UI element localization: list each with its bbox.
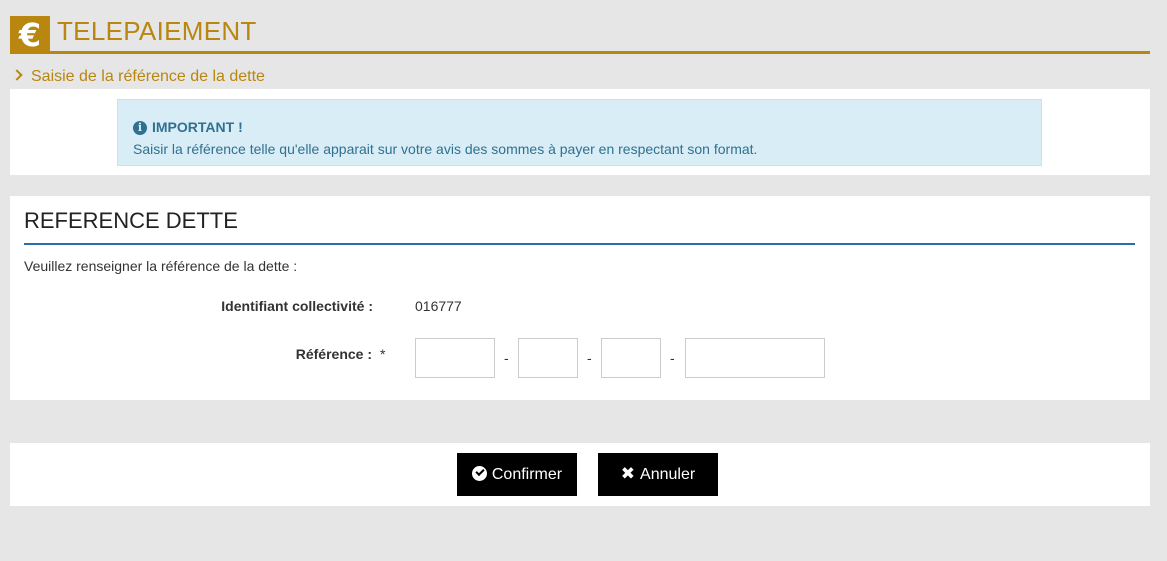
form-intro: Veuillez renseigner la référence de la d… [24, 258, 298, 274]
confirm-button[interactable]: Confirmer [457, 453, 577, 496]
alert-text: Saisir la référence telle qu'elle appara… [133, 141, 758, 157]
page-header: € TELEPAIEMENT [10, 12, 1150, 54]
info-panel: i IMPORTANT ! Saisir la référence telle q… [10, 89, 1150, 175]
reference-field-2[interactable] [518, 338, 578, 378]
separator: - [587, 350, 592, 366]
info-icon: i [133, 121, 147, 135]
cancel-button[interactable]: ✖ Annuler [598, 453, 718, 496]
alert-title: IMPORTANT ! [152, 119, 243, 135]
check-circle-icon [471, 466, 487, 481]
chevron-right-icon [11, 69, 23, 81]
reference-field-4[interactable] [685, 338, 825, 378]
actions-panel: Confirmer ✖ Annuler [10, 443, 1150, 506]
section-title: REFERENCE DETTE [24, 208, 1135, 245]
separator: - [670, 350, 675, 366]
reference-label: Référence : [295, 346, 372, 362]
reference-field-1[interactable] [415, 338, 495, 378]
breadcrumb: Saisie de la référence de la dette [11, 67, 265, 87]
reference-form-panel: REFERENCE DETTE Veuillez renseigner la r… [10, 196, 1150, 400]
breadcrumb-label: Saisie de la référence de la dette [31, 68, 265, 85]
euro-logo-icon: € [10, 16, 50, 54]
identifiant-value: 016777 [415, 298, 462, 314]
required-marker: * [380, 346, 386, 362]
alert-title-row: i IMPORTANT ! [133, 117, 1026, 137]
reference-field-3[interactable] [601, 338, 661, 378]
important-alert: i IMPORTANT ! Saisir la référence telle q… [117, 99, 1042, 166]
confirm-label: Confirmer [491, 466, 563, 483]
app-title: TELEPAIEMENT [57, 16, 257, 46]
close-icon: ✖ [620, 464, 636, 484]
cancel-label: Annuler [640, 466, 696, 483]
separator: - [504, 350, 509, 366]
identifiant-label: Identifiant collectivité : [221, 298, 373, 314]
